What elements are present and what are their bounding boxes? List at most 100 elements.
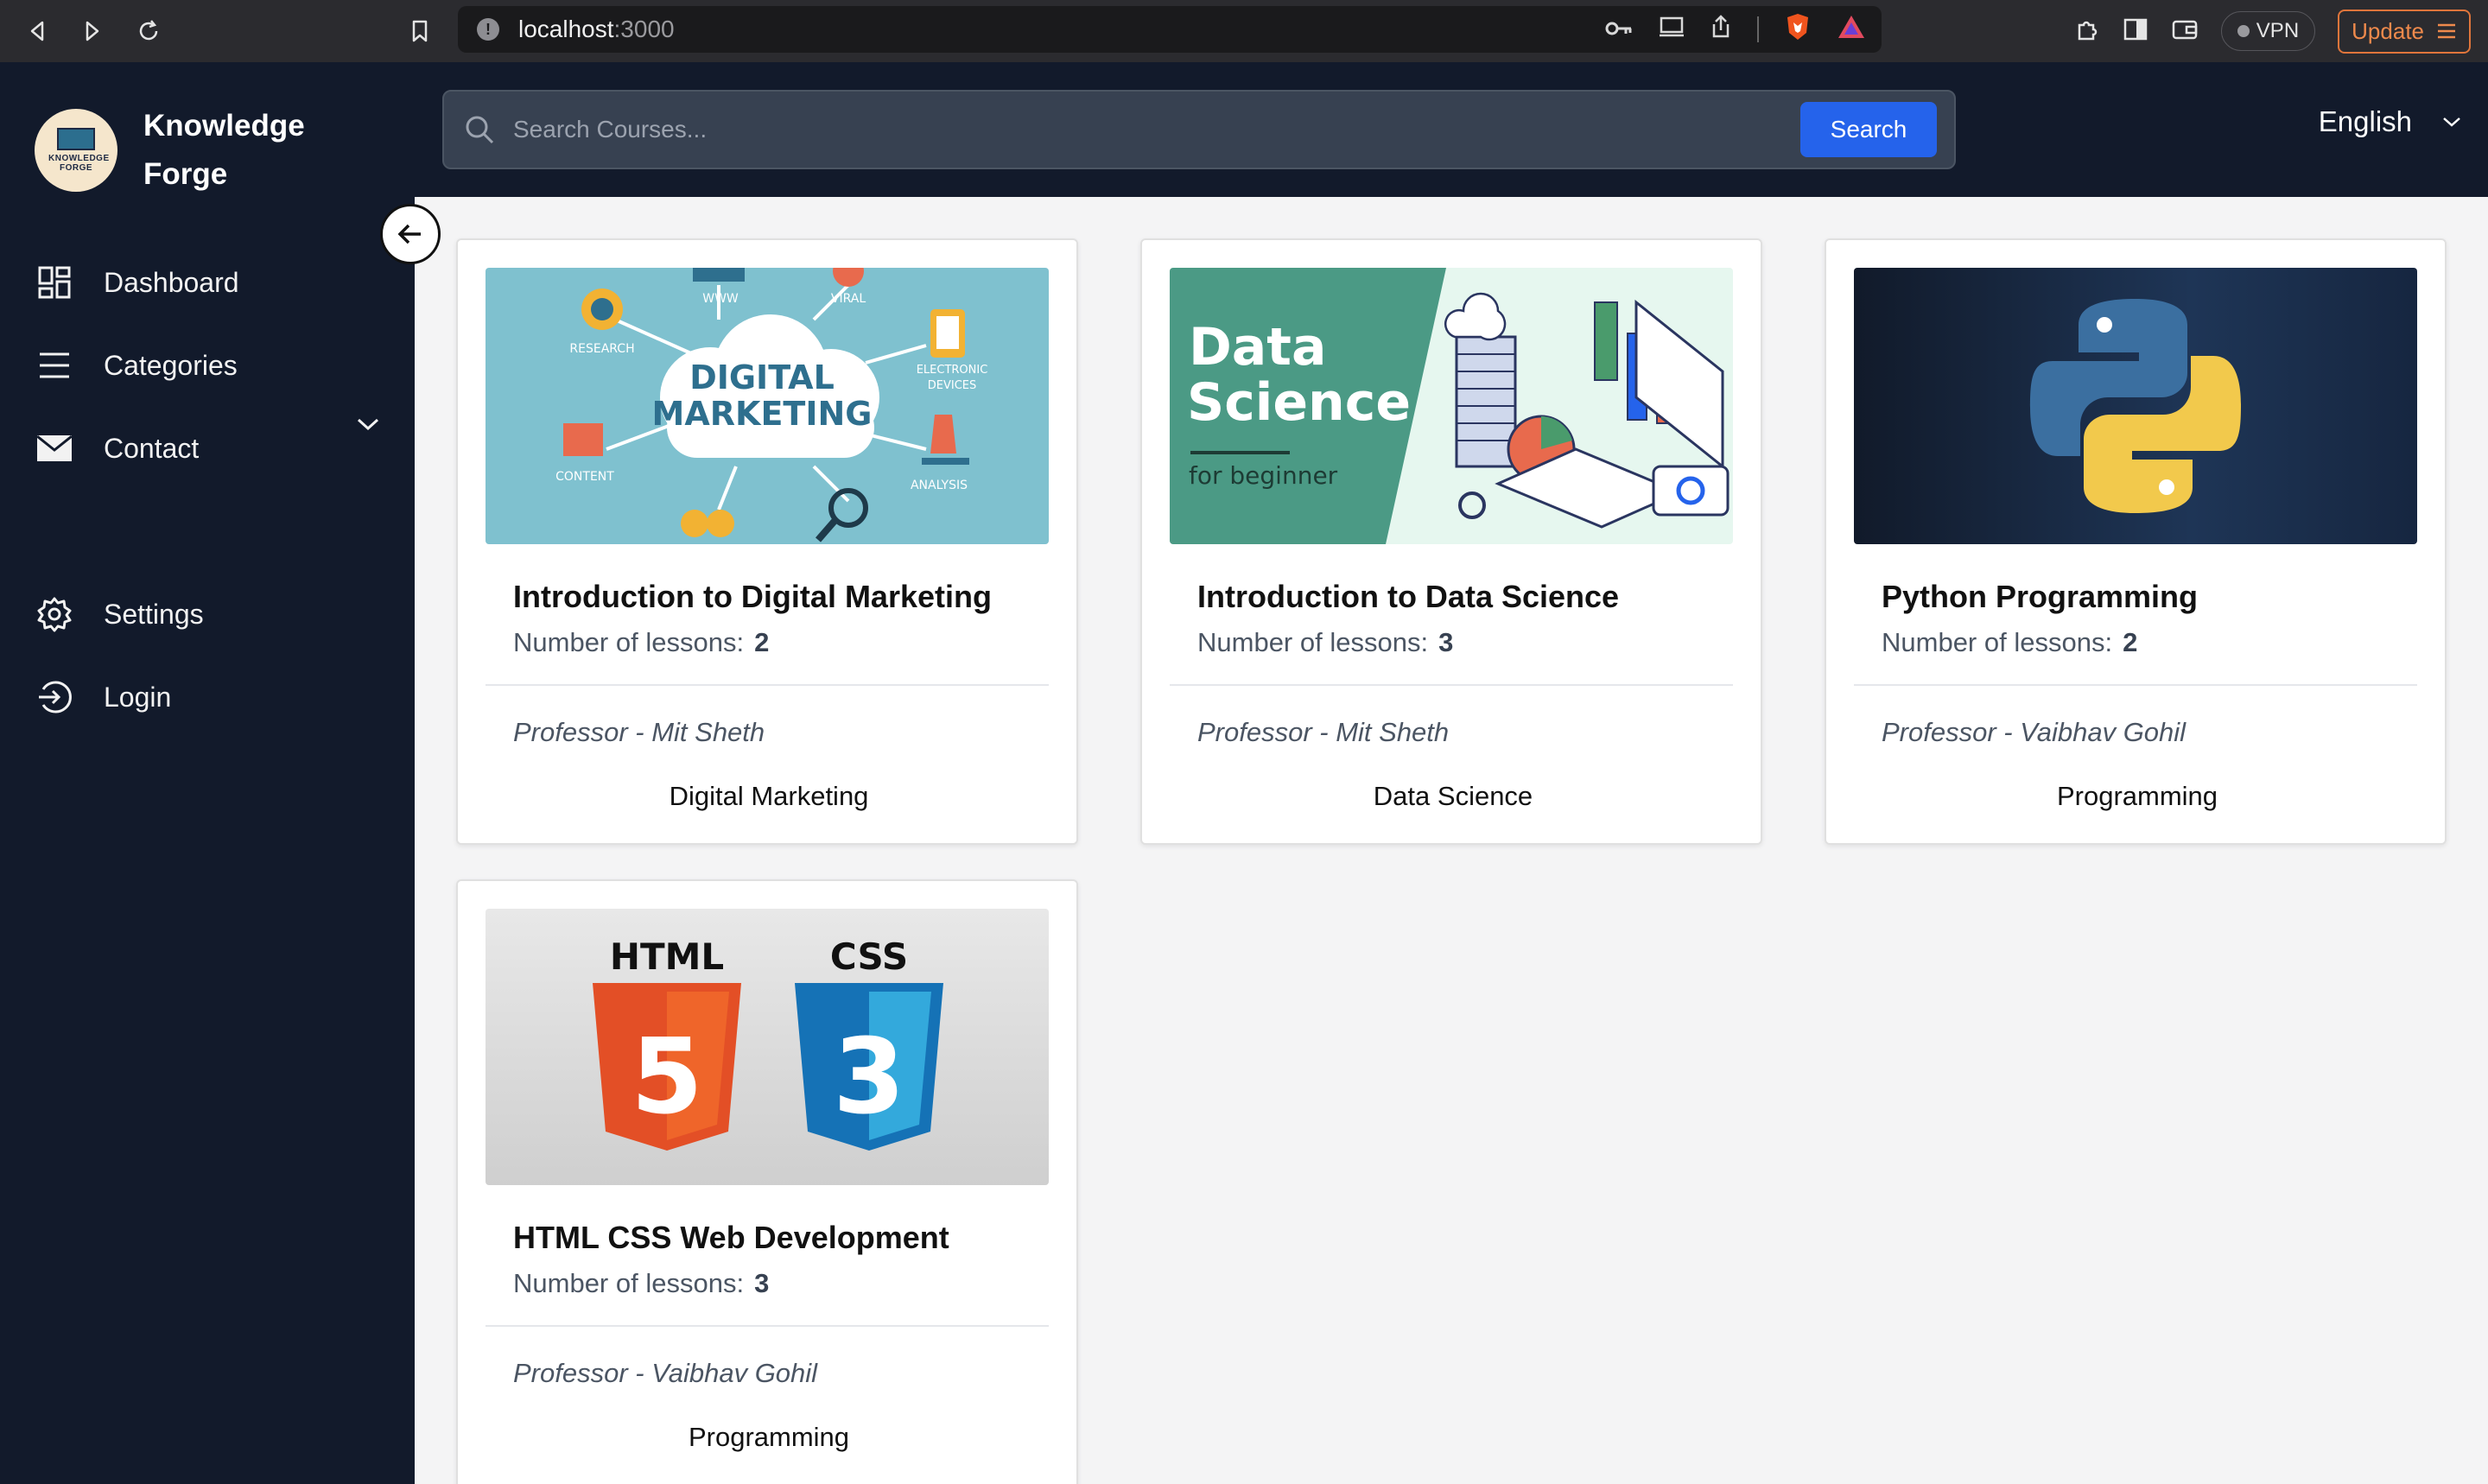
lesson-count-value: 2 [2123,627,2138,657]
sidebar-item-categories[interactable]: Categories [35,346,238,385]
login-icon [35,677,74,717]
course-professor: Professor - Mit Sheth [1197,717,1450,747]
search-button[interactable]: Search [1800,102,1937,157]
search-bar: Search [442,90,1956,169]
css3-number: 3 [833,1018,905,1138]
gear-icon [35,594,74,634]
lesson-count-value: 3 [1438,627,1454,657]
course-title[interactable]: Introduction to Data Science [1197,579,1619,615]
image-subheading: for beginner [1189,461,1338,490]
course-card[interactable]: Python Programming Number of lessons: 2 P… [1825,238,2447,845]
course-card[interactable]: HTML CSS 5 3 HTML CSS Web Development Nu… [456,879,1078,1484]
cast-icon[interactable] [1659,16,1685,43]
course-thumbnail: DIGITAL MARKETING WWW VIRAL RESEARCH ELE… [486,268,1049,544]
brave-shield-icon[interactable] [1785,12,1811,48]
sidebar-item-label: Contact [104,432,200,464]
course-thumbnail: HTML CSS 5 3 [486,909,1049,1185]
brand-name: Knowledge Forge [143,102,342,199]
image-label: RESEARCH [569,342,634,356]
sidebar-item-settings[interactable]: Settings [35,594,204,634]
collapse-sidebar-button[interactable] [380,204,441,264]
sidebar-item-label: Dashboard [104,266,239,298]
image-heading-line2: Science [1187,372,1411,433]
lesson-count: Number of lessons: 3 [1197,627,1453,658]
menu-icon [35,346,74,385]
image-label: CONTENT [555,470,614,484]
html5-number: 5 [631,1018,703,1138]
lesson-count-value: 3 [754,1268,770,1298]
image-label: DEVICES [928,379,977,392]
sidebar: KNOWLEDGE FORGE Knowledge Forge Dashboar… [0,62,415,1484]
chevron-down-icon [2443,117,2460,127]
rewards-icon[interactable] [1837,14,1866,46]
sidebar-item-label: Settings [104,598,204,630]
html5-logo-icon: 5 [593,983,741,1151]
search-input[interactable] [513,116,1800,143]
lesson-count-label: Number of lessons: [1197,627,1429,657]
vpn-label: VPN [2256,19,2300,42]
url-port: :3000 [613,16,675,42]
course-category: Programming [2056,781,2218,811]
top-bar: Search English [415,62,2488,197]
course-professor: Professor - Vaibhav Gohil [513,1358,818,1388]
logo-text: KNOWLEDGE FORGE [48,154,110,173]
image-heading-line1: DIGITAL [689,358,835,396]
lesson-count-value: 2 [754,627,770,657]
share-icon[interactable] [1710,14,1731,45]
css-label: CSS [830,935,908,978]
course-thumbnail [1854,268,2417,544]
sidebar-toggle-icon[interactable] [2123,17,2148,46]
address-bar[interactable]: ! localhost:3000 [458,6,1882,53]
vpn-button[interactable]: VPN [2220,11,2316,51]
lesson-count: Number of lessons: 2 [513,627,769,658]
lesson-count-label: Number of lessons: [1882,627,2113,657]
wallet-icon[interactable] [2171,17,2199,46]
arrow-left-icon [397,224,421,244]
sidebar-item-dashboard[interactable]: Dashboard [35,263,239,302]
update-button[interactable]: Update [2338,9,2471,54]
course-title[interactable]: HTML CSS Web Development [513,1220,949,1256]
reload-icon[interactable] [130,12,168,50]
back-icon[interactable] [19,12,57,50]
brand[interactable]: KNOWLEDGE FORGE Knowledge Forge [35,102,342,199]
image-heading-line2: MARKETING [652,395,873,433]
course-category: Digital Marketing [669,781,869,811]
lesson-count-label: Number of lessons: [513,1268,745,1298]
dashboard-icon [35,263,74,302]
course-title[interactable]: Introduction to Digital Marketing [513,579,992,615]
url-host: localhost [518,16,614,42]
course-professor: Professor - Vaibhav Gohil [1882,717,2187,747]
update-label: Update [2352,17,2424,44]
logo-building-icon [57,128,95,150]
vpn-status-icon [2237,25,2250,37]
language-selected: English [2318,105,2412,137]
image-label: ANALYSIS [911,479,968,492]
divider [1854,684,2417,686]
course-category: Data Science [1373,781,1533,811]
image-label: WWW [702,292,739,306]
course-card[interactable]: Data Science for beginner Introduction t… [1140,238,1762,845]
image-label: ELECTRONIC [917,364,988,377]
language-select[interactable]: English [2319,105,2462,138]
search-icon [460,110,499,149]
key-icon[interactable] [1605,16,1633,43]
site-info-icon[interactable]: ! [477,18,499,41]
course-card[interactable]: DIGITAL MARKETING WWW VIRAL RESEARCH ELE… [456,238,1078,845]
extensions-icon[interactable] [2074,16,2100,47]
css3-logo-icon: 3 [795,983,943,1151]
forward-icon[interactable] [73,12,111,50]
lesson-count: Number of lessons: 3 [513,1268,769,1299]
chevron-down-icon[interactable] [356,416,380,436]
divider [486,1325,1049,1327]
sidebar-item-contact[interactable]: Contact [35,428,199,468]
sidebar-item-login[interactable]: Login [35,677,171,717]
course-title[interactable]: Python Programming [1882,579,2198,615]
divider [1170,684,1733,686]
separator [1757,16,1759,42]
brand-logo: KNOWLEDGE FORGE [35,109,117,192]
image-heading-line1: Data [1189,317,1326,377]
lesson-count: Number of lessons: 2 [1882,627,2137,658]
bookmark-icon[interactable] [401,12,439,50]
html-label: HTML [610,935,724,978]
image-label: VIRAL [831,292,866,306]
